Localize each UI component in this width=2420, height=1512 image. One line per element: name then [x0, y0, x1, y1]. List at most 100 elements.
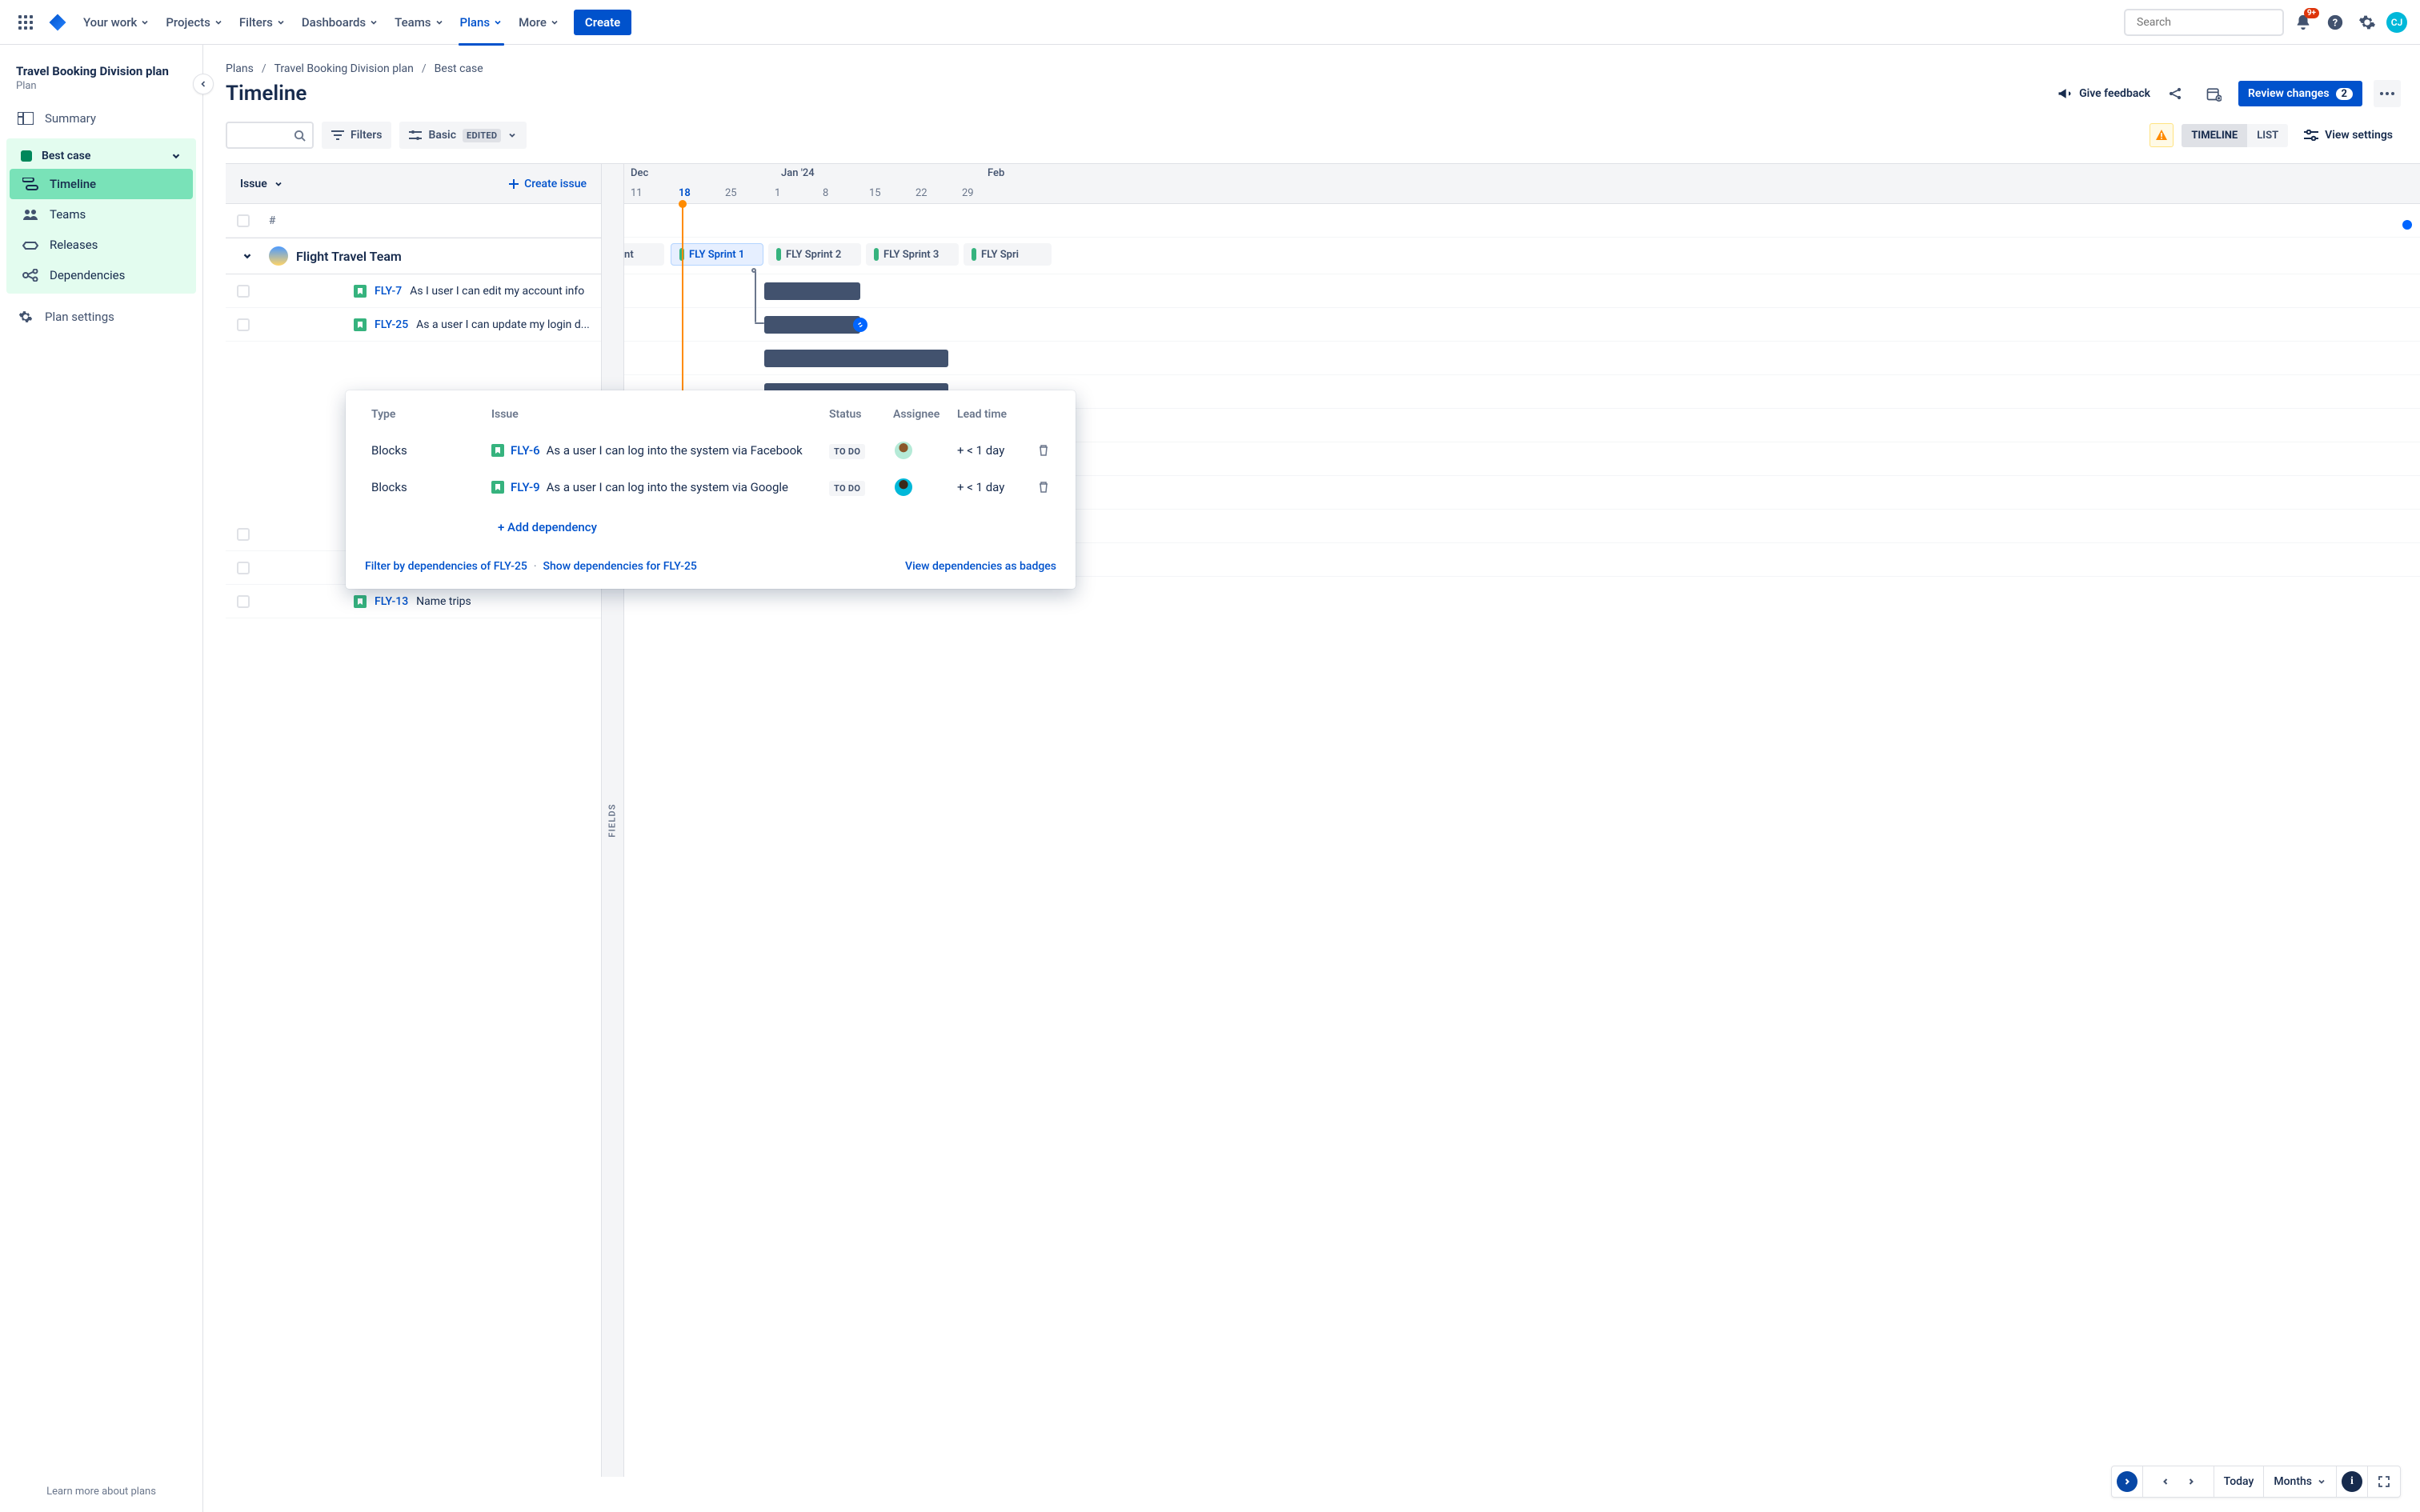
- view-settings-button[interactable]: View settings: [2296, 124, 2401, 146]
- review-changes-button[interactable]: Review changes 2: [2238, 81, 2362, 106]
- issue-key[interactable]: FLY-13: [375, 595, 408, 608]
- sprint-current[interactable]: FLY Sprint 1: [671, 243, 763, 266]
- scenario-selector[interactable]: Best case: [10, 143, 193, 169]
- nav-teams[interactable]: Teams: [388, 10, 450, 34]
- add-dependency-button[interactable]: + Add dependency: [491, 514, 1050, 541]
- global-search-input[interactable]: [2124, 9, 2284, 36]
- summary-icon: [18, 112, 34, 125]
- learn-more-link[interactable]: Learn more about plans: [0, 1486, 202, 1498]
- basic-filter-button[interactable]: Basic EDITED: [399, 122, 527, 149]
- scroll-prev-button[interactable]: [2153, 1477, 2178, 1486]
- issue-summary: As a user I can update my login d...: [416, 318, 590, 331]
- col-status: Status: [823, 405, 887, 432]
- nav-filters[interactable]: Filters: [233, 10, 292, 34]
- gantt-bar[interactable]: [764, 282, 860, 300]
- month-label: Dec: [631, 167, 648, 179]
- sprint-label[interactable]: FLY Sprint 2: [768, 243, 861, 266]
- user-avatar[interactable]: CJ: [2386, 12, 2407, 33]
- status-badge: TO DO: [829, 481, 865, 496]
- more-actions-button[interactable]: [2374, 80, 2401, 107]
- scroll-to-start-button[interactable]: [2112, 1466, 2143, 1497]
- sprint-label[interactable]: rint: [624, 243, 664, 266]
- sprint-label[interactable]: FLY Sprint 3: [866, 243, 959, 266]
- help-icon[interactable]: ?: [2322, 10, 2348, 35]
- sidebar-item-teams[interactable]: Teams: [10, 199, 193, 230]
- issue-key[interactable]: FLY-25: [375, 318, 408, 331]
- issue-key[interactable]: FLY-7: [375, 285, 402, 298]
- story-icon: [354, 595, 367, 608]
- timeline-view-tab[interactable]: TIMELINE: [2182, 124, 2247, 147]
- sidebar-item-releases[interactable]: Releases: [10, 230, 193, 260]
- today-button[interactable]: Today: [2214, 1466, 2265, 1497]
- info-button[interactable]: i: [2337, 1466, 2368, 1497]
- calendar-icon[interactable]: [2200, 80, 2227, 107]
- sidebar-item-dependencies[interactable]: Dependencies: [10, 260, 193, 290]
- warnings-button[interactable]: [2150, 123, 2174, 147]
- issue-key[interactable]: FLY-6: [511, 443, 540, 458]
- breadcrumb-item[interactable]: Best case: [435, 62, 483, 75]
- list-view-tab[interactable]: LIST: [2247, 124, 2288, 147]
- select-all-checkbox[interactable]: [237, 214, 250, 227]
- story-icon: [354, 285, 367, 298]
- link-icon[interactable]: [853, 318, 867, 332]
- issue-summary: As a user I can log into the system via …: [547, 480, 788, 494]
- row-checkbox[interactable]: [237, 528, 250, 541]
- col-type: Type: [365, 405, 485, 432]
- nav-dashboards[interactable]: Dashboards: [295, 10, 385, 34]
- view-as-badges-link[interactable]: View dependencies as badges: [905, 560, 1056, 573]
- settings-icon[interactable]: [2354, 10, 2380, 35]
- zoom-level-select[interactable]: Months: [2264, 1466, 2337, 1497]
- sprint-label[interactable]: FLY Spri: [964, 243, 1052, 266]
- issue-column-header[interactable]: Issue: [240, 178, 283, 190]
- issue-search-input[interactable]: [226, 122, 314, 149]
- share-icon[interactable]: [2162, 80, 2189, 107]
- jira-logo-icon[interactable]: [46, 11, 69, 34]
- app-switcher-icon[interactable]: [13, 10, 38, 35]
- row-checkbox[interactable]: [237, 595, 250, 608]
- notifications-icon[interactable]: 9+: [2290, 10, 2316, 35]
- sidebar-item-timeline[interactable]: Timeline: [10, 169, 193, 199]
- day-label: 29: [962, 187, 974, 199]
- scroll-indicator-icon[interactable]: [2402, 220, 2412, 230]
- dep-type: Blocks: [365, 432, 485, 469]
- fields-column-toggle[interactable]: FIELDS: [602, 164, 624, 1477]
- issue-row[interactable]: FLY-7 As I user I can edit my account in…: [226, 274, 601, 308]
- notification-badge: 9+: [2304, 8, 2319, 18]
- assignee-avatar[interactable]: [893, 477, 914, 498]
- gantt-bar[interactable]: [764, 316, 860, 334]
- search-field[interactable]: [2137, 16, 2279, 29]
- releases-icon: [22, 239, 38, 250]
- gantt-bar[interactable]: [764, 350, 948, 367]
- issue-row[interactable]: FLY-25 As a user I can update my login d…: [226, 308, 601, 342]
- issue-key[interactable]: FLY-9: [511, 480, 540, 494]
- nav-more[interactable]: More: [512, 10, 566, 34]
- scenario-color-swatch: [21, 150, 32, 162]
- dep-type: Blocks: [365, 469, 485, 506]
- create-issue-button[interactable]: Create issue: [508, 178, 587, 190]
- show-dependencies-link[interactable]: Show dependencies for FLY-25: [543, 560, 697, 573]
- search-icon: [294, 130, 306, 142]
- give-feedback-button[interactable]: Give feedback: [2057, 86, 2150, 102]
- assignee-avatar[interactable]: [893, 440, 914, 461]
- filter-by-dependencies-link[interactable]: Filter by dependencies of FLY-25: [365, 560, 527, 573]
- sidebar-item-summary[interactable]: Summary: [6, 103, 196, 134]
- nav-projects[interactable]: Projects: [159, 10, 230, 34]
- collapse-icon[interactable]: [242, 250, 253, 262]
- fullscreen-button[interactable]: [2368, 1466, 2400, 1497]
- row-checkbox[interactable]: [237, 318, 250, 331]
- issue-row[interactable]: FLY-13 Name trips: [226, 585, 601, 618]
- delete-icon[interactable]: [1037, 481, 1050, 494]
- delete-icon[interactable]: [1037, 444, 1050, 457]
- sidebar-item-plan-settings[interactable]: Plan settings: [6, 302, 196, 332]
- issue-summary: As a user I can log into the system via …: [547, 443, 803, 458]
- row-checkbox[interactable]: [237, 285, 250, 298]
- breadcrumb-item[interactable]: Travel Booking Division plan: [274, 62, 414, 75]
- svg-text:?: ?: [2333, 17, 2338, 29]
- create-button[interactable]: Create: [574, 10, 631, 35]
- row-checkbox[interactable]: [237, 562, 250, 574]
- nav-plans[interactable]: Plans: [454, 10, 510, 34]
- scroll-next-button[interactable]: [2178, 1477, 2204, 1486]
- nav-your-work[interactable]: Your work: [77, 10, 156, 34]
- filters-button[interactable]: Filters: [322, 122, 391, 149]
- breadcrumb-item[interactable]: Plans: [226, 62, 254, 75]
